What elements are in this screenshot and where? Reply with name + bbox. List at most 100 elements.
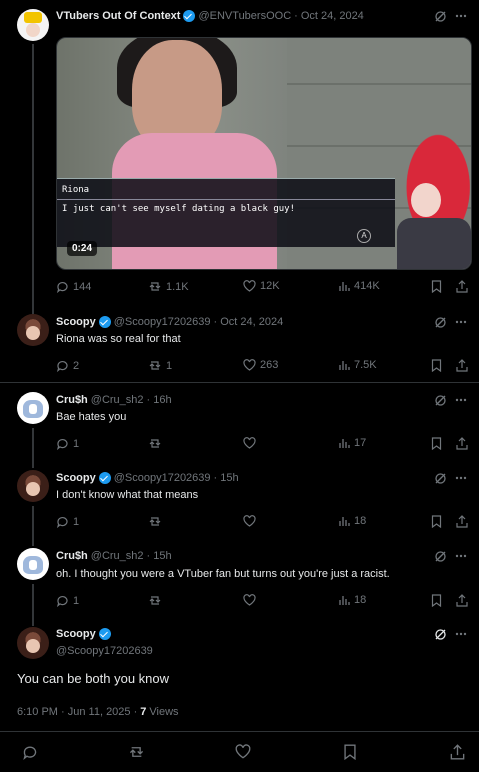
- verified-icon: [98, 628, 111, 640]
- repost-button[interactable]: [148, 515, 162, 528]
- avatar[interactable]: [17, 548, 49, 580]
- thread-line: [32, 428, 34, 468]
- heart-icon: [243, 359, 256, 371]
- vtuber-overlay-face: [411, 183, 441, 217]
- more-icon[interactable]: [455, 550, 467, 562]
- post-date[interactable]: 16h: [153, 394, 171, 406]
- bookmark-icon: [431, 515, 442, 528]
- repost-button[interactable]: 1.1K: [148, 280, 189, 293]
- like-button[interactable]: 263: [243, 359, 278, 371]
- bookmark-button[interactable]: [343, 744, 357, 760]
- like-button[interactable]: [243, 594, 256, 606]
- like-button[interactable]: [243, 515, 256, 527]
- post-date[interactable]: Oct 24, 2024: [301, 10, 364, 22]
- reply-button[interactable]: 1: [56, 515, 79, 528]
- reply-button[interactable]: [22, 744, 38, 760]
- post-date[interactable]: Oct 24, 2024: [220, 316, 283, 328]
- reply-count: 1: [73, 437, 80, 450]
- views-button[interactable]: 18: [338, 515, 366, 527]
- views-button[interactable]: 17: [338, 437, 366, 449]
- author-handle[interactable]: @Scoopy17202639: [56, 645, 153, 657]
- post-header: Cru$h @Cru_sh2 · 16h: [56, 394, 172, 406]
- dot-separator: ·: [213, 316, 218, 328]
- divider: [0, 382, 479, 383]
- repost-button[interactable]: [148, 594, 162, 607]
- avatar[interactable]: [17, 314, 49, 346]
- video-player[interactable]: Riona I just can't see myself dating a b…: [56, 37, 472, 270]
- share-button[interactable]: [456, 515, 468, 528]
- more-icon[interactable]: [455, 10, 467, 22]
- heart-icon: [243, 594, 256, 606]
- dot-separator: ·: [146, 394, 151, 406]
- like-button[interactable]: 12K: [243, 280, 280, 292]
- author-name[interactable]: Scoopy: [56, 316, 96, 328]
- like-button[interactable]: [235, 744, 251, 759]
- author-handle[interactable]: @Scoopy17202639: [114, 472, 211, 484]
- author-name[interactable]: Scoopy: [56, 628, 96, 640]
- more-icon[interactable]: [455, 394, 467, 406]
- avatar[interactable]: [17, 9, 49, 41]
- author-handle[interactable]: @Cru_sh2: [91, 394, 144, 406]
- more-icon[interactable]: [455, 628, 467, 640]
- heart-icon: [243, 437, 256, 449]
- views-button[interactable]: 7.5K: [338, 359, 377, 371]
- avatar[interactable]: [17, 470, 49, 502]
- share-button[interactable]: [450, 744, 465, 760]
- grok-icon[interactable]: [434, 10, 447, 23]
- reply-button[interactable]: 1: [56, 437, 79, 450]
- reply-button[interactable]: 2: [56, 359, 79, 372]
- post-header: Scoopy @Scoopy17202639 · Oct 24, 2024: [56, 316, 283, 328]
- post-date[interactable]: 15h: [220, 472, 238, 484]
- views-button[interactable]: 18: [338, 594, 366, 606]
- bookmark-icon: [344, 744, 356, 760]
- grok-icon[interactable]: [434, 394, 447, 407]
- reply-count: 144: [73, 280, 92, 293]
- post-text: Bae hates you: [56, 411, 127, 423]
- share-button[interactable]: [456, 594, 468, 607]
- grok-icon[interactable]: [434, 628, 447, 641]
- author-handle[interactable]: @Cru_sh2: [91, 550, 144, 562]
- bookmark-icon: [431, 594, 442, 607]
- author-name[interactable]: VTubers Out Of Context: [56, 10, 180, 22]
- author-handle[interactable]: @ENVTubersOOC: [198, 10, 291, 22]
- more-icon[interactable]: [455, 472, 467, 484]
- avatar[interactable]: [17, 392, 49, 424]
- view-count: 414K: [354, 280, 380, 292]
- reply-icon: [56, 438, 68, 450]
- share-button[interactable]: [456, 437, 468, 450]
- more-icon[interactable]: [455, 316, 467, 328]
- views-count: 7: [140, 706, 147, 718]
- like-button[interactable]: [243, 437, 256, 449]
- author-name[interactable]: Cru$h: [56, 394, 88, 406]
- repost-button[interactable]: [148, 437, 162, 450]
- grok-icon[interactable]: [434, 472, 447, 485]
- post-date[interactable]: 15h: [153, 550, 171, 562]
- reply-icon: [56, 281, 68, 293]
- bookmark-button[interactable]: [431, 515, 442, 528]
- vtuber-overlay-body: [397, 218, 471, 269]
- bookmark-button[interactable]: [431, 594, 442, 607]
- reply-icon: [56, 516, 68, 528]
- share-button[interactable]: [456, 359, 468, 372]
- bookmark-button[interactable]: [431, 280, 442, 293]
- author-handle[interactable]: @Scoopy17202639: [114, 316, 211, 328]
- author-name[interactable]: Scoopy: [56, 472, 96, 484]
- avatar[interactable]: [17, 627, 49, 659]
- repost-button[interactable]: [128, 744, 145, 760]
- reply-count: 1: [73, 515, 80, 528]
- reply-button[interactable]: 144: [56, 280, 91, 293]
- views-button[interactable]: 414K: [338, 280, 380, 292]
- bookmark-button[interactable]: [431, 437, 442, 450]
- reply-button[interactable]: 1: [56, 594, 79, 607]
- post-timestamp[interactable]: 6:10 PM · Jun 11, 2025 ·: [17, 706, 137, 718]
- reply-count: 1: [73, 594, 80, 607]
- like-count: 12K: [260, 280, 280, 292]
- dialog-button-glyph: A: [357, 229, 371, 243]
- grok-icon[interactable]: [434, 550, 447, 563]
- author-name[interactable]: Cru$h: [56, 550, 88, 562]
- bookmark-button[interactable]: [431, 359, 442, 372]
- share-button[interactable]: [456, 280, 468, 293]
- grok-icon[interactable]: [434, 316, 447, 329]
- repost-button[interactable]: 1: [148, 359, 172, 372]
- dot-separator: ·: [146, 550, 151, 562]
